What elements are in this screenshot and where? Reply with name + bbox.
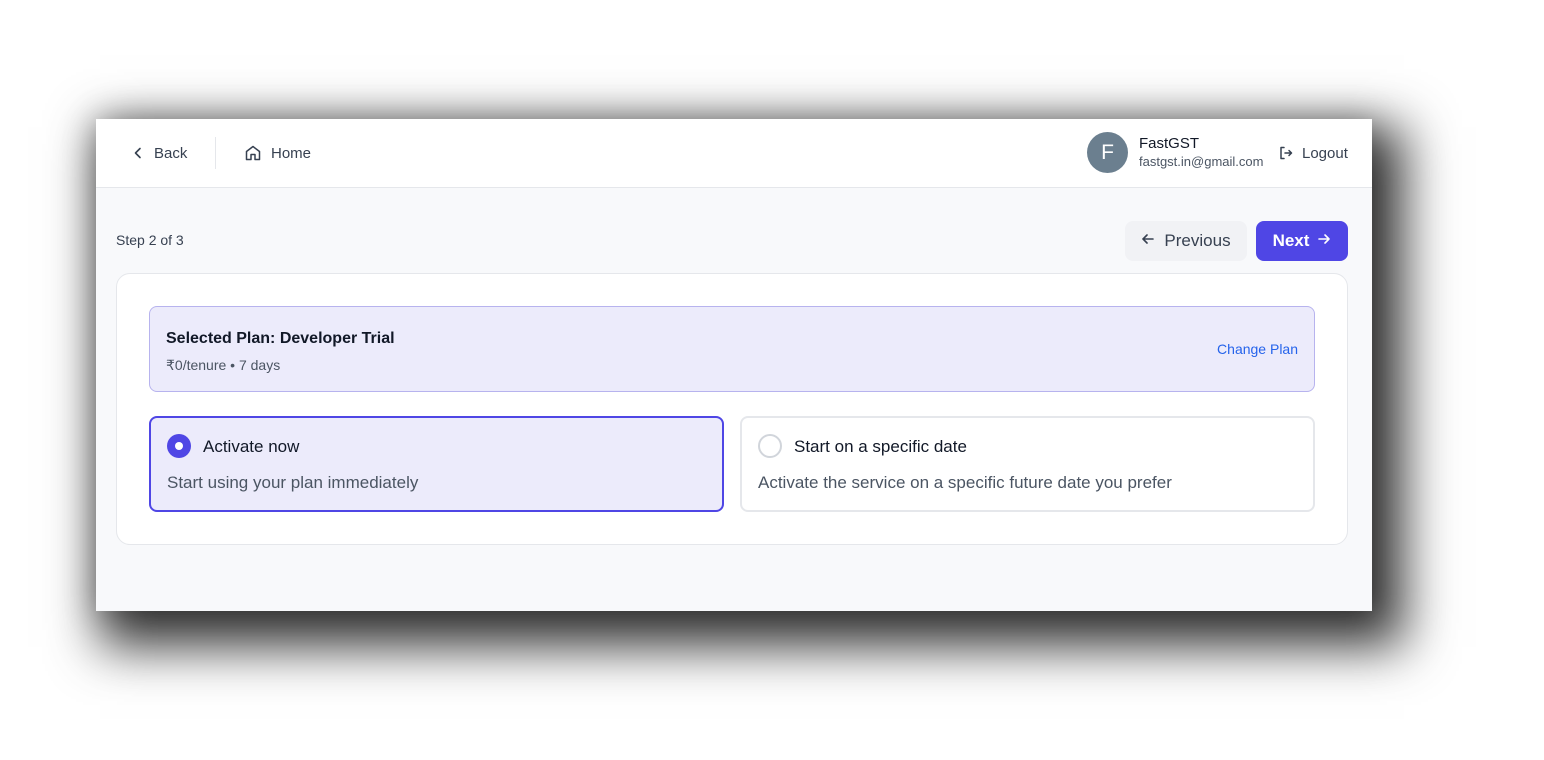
user-email: fastgst.in@gmail.com <box>1139 154 1264 169</box>
step-indicator: Step 2 of 3 <box>116 232 184 248</box>
option-description: Start using your plan immediately <box>167 473 419 492</box>
arrow-right-icon <box>1317 231 1331 251</box>
logout-icon <box>1278 145 1294 161</box>
plan-price-duration: ₹0/tenure • 7 days <box>166 357 281 373</box>
home-label: Home <box>271 144 312 162</box>
next-label: Next <box>1272 231 1310 250</box>
option-title: Activate now <box>203 437 300 456</box>
change-plan-link[interactable]: Change Plan <box>1217 341 1298 357</box>
top-header: Back Home F FastGST fastgst.in@gmail.com… <box>96 119 1372 188</box>
option-description: Activate the service on a specific futur… <box>758 473 1172 492</box>
home-button[interactable]: Home <box>244 141 311 165</box>
chevron-left-icon <box>130 145 146 161</box>
previous-button[interactable]: Previous <box>1125 221 1247 261</box>
logout-button[interactable]: Logout <box>1278 141 1348 165</box>
option-title: Start on a specific date <box>794 437 967 456</box>
radio-unselected[interactable] <box>758 434 782 458</box>
specific-date-option[interactable]: Start on a specific date Activate the se… <box>740 416 1315 512</box>
previous-label: Previous <box>1164 231 1231 250</box>
user-name: FastGST <box>1139 135 1200 152</box>
radio-selected[interactable] <box>167 434 191 458</box>
nav-divider <box>215 137 216 169</box>
home-icon <box>244 144 262 162</box>
radio-dot <box>175 442 183 450</box>
back-label: Back <box>154 144 188 162</box>
app-window: Back Home F FastGST fastgst.in@gmail.com… <box>96 119 1372 611</box>
logout-label: Logout <box>1302 144 1348 162</box>
activate-now-option[interactable]: Activate now Start using your plan immed… <box>149 416 724 512</box>
arrow-left-icon <box>1141 231 1155 251</box>
activation-card: Selected Plan: Developer Trial ₹0/tenure… <box>116 273 1348 545</box>
selected-plan-summary: Selected Plan: Developer Trial ₹0/tenure… <box>149 306 1315 392</box>
next-button[interactable]: Next <box>1256 221 1348 261</box>
back-button[interactable]: Back <box>130 141 187 165</box>
avatar[interactable]: F <box>1087 132 1128 173</box>
plan-title: Selected Plan: Developer Trial <box>166 330 395 347</box>
